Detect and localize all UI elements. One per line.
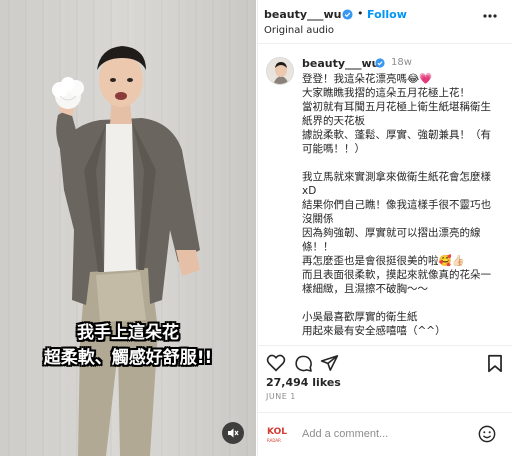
caption-text: 登登！我這朵花漂亮嗎😂💗 大家瞧瞧我摺的這朵五月花極上花！ 當初就有耳聞五月花極…	[302, 72, 507, 338]
follow-button[interactable]: Follow	[367, 8, 407, 21]
post-panel: beauty___wu • Follow Original audio beau…	[257, 0, 512, 456]
comment-icon[interactable]	[294, 354, 313, 373]
caption-line: 再怎麼歪也是會很挺很美的啦🥰👍🏻	[302, 255, 465, 267]
heart-icon[interactable]	[266, 354, 286, 372]
avatar-image	[267, 58, 293, 84]
caption-line: 用起來最有安全感嘻嘻（^^）	[302, 325, 446, 337]
post-date: JUNE 1	[266, 392, 296, 401]
video-frame-person	[52, 46, 200, 456]
caption-line: 因為夠強韌、厚實就可以摺出漂亮的線	[302, 227, 481, 239]
caption-line: 結果你們自己瞧！像我這樣手很不靈巧也	[302, 199, 491, 211]
verified-badge-icon	[342, 9, 353, 20]
kol-radar-logo-sub: RADAR	[267, 438, 281, 443]
more-options-icon[interactable]	[483, 14, 497, 18]
caption-line: 當初就有耳聞五月花極上衛生紙堪稱衛生	[302, 101, 491, 113]
video-caption-line-1: 我手上這朵花	[77, 323, 179, 343]
verified-badge-icon	[375, 58, 385, 68]
muted-speaker-icon	[228, 428, 239, 438]
mute-button[interactable]	[222, 422, 244, 444]
author-username[interactable]: beauty___wu	[264, 8, 342, 21]
caption-line: 可能嗎！！）	[302, 143, 365, 155]
caption-line: 據說柔軟、蓬鬆、厚實、強韌兼具！（有	[302, 129, 491, 141]
add-comment-bar: KOL RADAR	[258, 412, 512, 456]
caption-line: 小吳最喜歡厚實的衛生紙	[302, 311, 418, 323]
comment-input[interactable]	[302, 425, 472, 443]
caption-line: 我立馬就來實測拿來做衛生紙花會怎麼樣	[302, 171, 491, 183]
likes-count[interactable]: 27,494 likes	[266, 376, 341, 389]
caption-line: xD	[302, 185, 317, 197]
caption-line: 樣細緻，且濕擦不破胸～～	[302, 283, 428, 295]
post-header: beauty___wu • Follow Original audio	[258, 0, 512, 44]
caption-username[interactable]: beauty___wu	[302, 57, 380, 70]
video-player[interactable]: 我手上這朵花 超柔軟、觸感好舒服!!	[0, 0, 256, 456]
original-audio-link[interactable]: Original audio	[264, 25, 334, 36]
caption-timestamp: 18w	[391, 57, 412, 68]
caption-line: 沒關係	[302, 213, 334, 225]
kol-radar-logo: KOL	[267, 427, 287, 437]
caption-line: 登登！我這朵花漂亮嗎😂💗	[302, 73, 433, 85]
bookmark-icon[interactable]	[487, 354, 503, 373]
caption-line: 條！！	[302, 241, 334, 253]
author-avatar[interactable]	[266, 57, 294, 85]
caption-line: 紙界的天花板	[302, 115, 365, 127]
video-caption-line-2: 超柔軟、觸感好舒服!!	[43, 348, 213, 368]
action-bar	[258, 345, 512, 375]
separator-dot: •	[357, 7, 364, 20]
share-icon[interactable]	[320, 354, 339, 372]
caption-comment: beauty___wu 18w 登登！我這朵花漂亮嗎😂💗 大家瞧瞧我摺的這朵五月…	[258, 45, 512, 345]
emoji-icon[interactable]	[478, 425, 496, 443]
caption-line: 大家瞧瞧我摺的這朵五月花極上花！	[302, 87, 470, 99]
caption-line: 而且表面很柔軟，摸起來就像真的花朵一	[302, 269, 491, 281]
